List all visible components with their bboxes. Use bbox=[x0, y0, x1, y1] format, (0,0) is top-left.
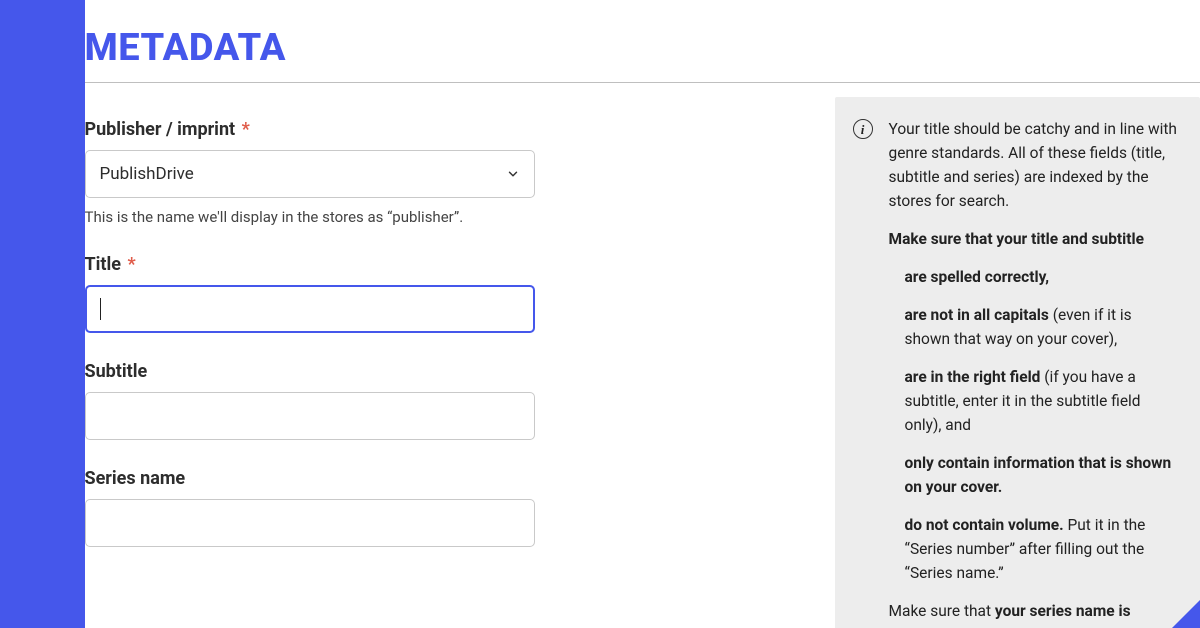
publisher-select[interactable]: PublishDrive bbox=[85, 150, 535, 198]
metadata-card: METADATA Publisher / imprint * PublishDr… bbox=[85, 0, 1200, 628]
section-divider bbox=[85, 82, 1200, 83]
info-bullet-5: do not contain volume. Put it in the “Se… bbox=[905, 513, 1180, 585]
corner-fold-icon bbox=[1172, 600, 1200, 628]
publisher-field: Publisher / imprint * PublishDrive This … bbox=[85, 119, 805, 226]
page-title: METADATA bbox=[85, 26, 1200, 78]
required-marker: * bbox=[242, 119, 250, 140]
info-bullet-3: are in the right field (if you have a su… bbox=[905, 365, 1180, 437]
info-panel: i Your title should be catchy and in lin… bbox=[835, 97, 1200, 628]
subtitle-input-el[interactable] bbox=[100, 406, 520, 426]
title-field: Title * bbox=[85, 254, 805, 333]
publisher-helper-text: This is the name we'll display in the st… bbox=[85, 208, 805, 226]
series-name-input-el[interactable] bbox=[100, 513, 520, 533]
content-row: Publisher / imprint * PublishDrive This … bbox=[85, 97, 1200, 628]
series-name-field: Series name bbox=[85, 468, 805, 547]
info-lead: Make sure that your title and subtitle bbox=[889, 230, 1145, 248]
publisher-selected-value: PublishDrive bbox=[100, 164, 194, 184]
info-bullet-2: are not in all capitals (even if it is s… bbox=[905, 303, 1180, 351]
form-column: Publisher / imprint * PublishDrive This … bbox=[85, 97, 805, 575]
series-name-label: Series name bbox=[85, 468, 805, 489]
publisher-label: Publisher / imprint * bbox=[85, 119, 805, 140]
title-input-el[interactable] bbox=[101, 299, 520, 319]
info-bullet-list: are spelled correctly, are not in all ca… bbox=[889, 265, 1180, 585]
info-body: Your title should be catchy and in line … bbox=[889, 117, 1180, 628]
info-bullet-1: are spelled correctly, bbox=[905, 265, 1180, 289]
card-inner: METADATA Publisher / imprint * PublishDr… bbox=[85, 26, 1200, 628]
title-label-text: Title bbox=[85, 254, 122, 275]
required-marker: * bbox=[127, 254, 135, 275]
info-paragraph-1: Your title should be catchy and in line … bbox=[889, 117, 1180, 213]
info-icon: i bbox=[853, 119, 873, 139]
title-label: Title * bbox=[85, 254, 805, 275]
info-icon-wrap: i bbox=[853, 117, 873, 139]
info-trailing: Make sure that your series name is spell… bbox=[889, 599, 1180, 628]
series-name-input[interactable] bbox=[85, 499, 535, 547]
chevron-down-icon bbox=[506, 167, 520, 181]
subtitle-label: Subtitle bbox=[85, 361, 805, 382]
info-bullet-4: only contain information that is shown o… bbox=[905, 451, 1180, 499]
publisher-label-text: Publisher / imprint bbox=[85, 119, 236, 140]
subtitle-input[interactable] bbox=[85, 392, 535, 440]
subtitle-field: Subtitle bbox=[85, 361, 805, 440]
title-input[interactable] bbox=[85, 285, 535, 333]
